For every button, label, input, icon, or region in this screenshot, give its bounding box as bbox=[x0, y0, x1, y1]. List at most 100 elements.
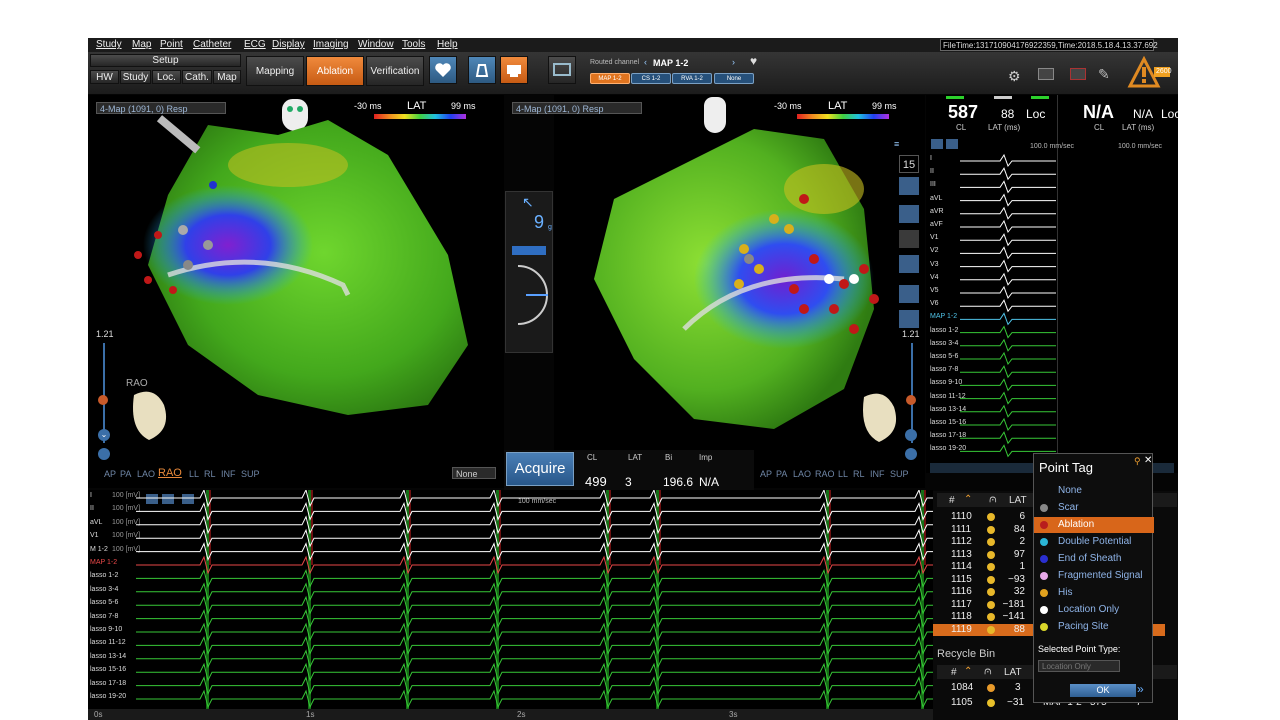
left-view-ll[interactable]: LL bbox=[189, 469, 199, 479]
sort-icon[interactable]: ⌃ bbox=[964, 494, 972, 505]
setup-tab-loc[interactable]: Loc. bbox=[152, 70, 181, 84]
left-view-inf[interactable]: INF bbox=[221, 469, 236, 479]
left-map-view[interactable]: 4-Map (1091, 0) Resp -30 ms LAT 99 ms 1.… bbox=[88, 95, 504, 488]
point-type-select[interactable]: Location Only bbox=[1038, 660, 1120, 672]
chevron-left-icon[interactable]: ‹ bbox=[644, 57, 647, 67]
right-view-rao[interactable]: RAO bbox=[815, 469, 835, 479]
right-zoom-slider-thumb[interactable] bbox=[906, 395, 916, 405]
point-tag-item[interactable]: His bbox=[1034, 585, 1154, 601]
side-menu-icon[interactable]: ≡ bbox=[894, 139, 899, 149]
monitor-icon[interactable] bbox=[548, 56, 576, 84]
setup-tab-map[interactable]: Map bbox=[213, 70, 241, 84]
recycle-col-lat[interactable]: LAT bbox=[1004, 667, 1022, 678]
point-tag-item[interactable]: Pacing Site bbox=[1034, 619, 1154, 635]
right-map-view[interactable]: 4-Map (1091, 0) Resp -30 ms LAT 99 ms ≡ … bbox=[512, 95, 925, 488]
channel-chip-none[interactable]: None bbox=[714, 73, 754, 84]
verification-button[interactable]: Verification bbox=[366, 56, 424, 86]
recycle-col-number[interactable]: # bbox=[951, 667, 957, 678]
right-view-inf[interactable]: INF bbox=[870, 469, 885, 479]
record-icon[interactable] bbox=[899, 285, 919, 303]
right-view-sup[interactable]: SUP bbox=[890, 469, 909, 479]
menu-help[interactable]: Help bbox=[437, 39, 458, 50]
recycle-sort-icon[interactable]: ⌃ bbox=[964, 666, 972, 677]
acquire-button[interactable]: Acquire bbox=[506, 452, 574, 486]
left-zoom-slider-thumb[interactable] bbox=[98, 395, 108, 405]
contact-force-widget[interactable]: ↖ 9 g bbox=[505, 191, 553, 353]
menu-catheter[interactable]: Catheter bbox=[193, 39, 231, 50]
setup-tab-study[interactable]: Study bbox=[120, 70, 151, 84]
point-tag-item[interactable]: None bbox=[1034, 483, 1154, 499]
menu-tools[interactable]: Tools bbox=[402, 39, 425, 50]
left-view-sup[interactable]: SUP bbox=[241, 469, 260, 479]
left-zoom-slider[interactable] bbox=[103, 343, 105, 443]
pin-icon[interactable]: ⚲ bbox=[1134, 456, 1141, 467]
right-chevron-down-icon[interactable] bbox=[905, 429, 917, 441]
menu-imaging[interactable]: Imaging bbox=[313, 39, 349, 50]
point-id: 1112 bbox=[951, 536, 972, 547]
menu-study[interactable]: Study bbox=[96, 39, 122, 50]
mapping-button[interactable]: Mapping bbox=[246, 56, 304, 86]
left-rotate-icon[interactable] bbox=[98, 448, 110, 460]
menu-point[interactable]: Point bbox=[160, 39, 183, 50]
right-rotate-icon[interactable] bbox=[905, 448, 917, 460]
point-dot-icon bbox=[987, 699, 995, 707]
menu-display[interactable]: Display bbox=[272, 39, 305, 50]
point-tag-item[interactable]: Location Only bbox=[1034, 602, 1154, 618]
right-view-pa[interactable]: PA bbox=[776, 469, 787, 479]
point-tag-item[interactable]: Scar bbox=[1034, 500, 1154, 516]
right-heart-map[interactable] bbox=[554, 109, 884, 439]
menu-map[interactable]: Map bbox=[132, 39, 151, 50]
left-none-select[interactable]: None bbox=[452, 467, 496, 479]
left-view-rao[interactable]: RAO bbox=[158, 467, 182, 479]
recycle-row-lat: 3 bbox=[1015, 682, 1021, 693]
ecg-zoom-icon[interactable] bbox=[931, 139, 943, 149]
right-zoom-slider[interactable] bbox=[911, 343, 913, 443]
routed-channel-value[interactable]: MAP 1-2 bbox=[653, 58, 688, 68]
menu-ecg[interactable]: ECG bbox=[244, 39, 266, 50]
right-view-ap[interactable]: AP bbox=[760, 469, 772, 479]
expand-icon[interactable]: » bbox=[1137, 682, 1144, 696]
left-map-select[interactable]: 4-Map (1091, 0) Resp bbox=[96, 102, 226, 114]
ablation-button[interactable]: Ablation bbox=[306, 56, 364, 86]
close-icon[interactable]: ✕ bbox=[1144, 455, 1152, 466]
heart-icon[interactable] bbox=[429, 56, 457, 84]
orientation-heart-right-icon[interactable] bbox=[854, 387, 904, 447]
magnet-icon[interactable] bbox=[899, 205, 919, 223]
points-col-number[interactable]: # bbox=[949, 495, 955, 506]
ecg-channel-label: V1 bbox=[930, 234, 939, 242]
grid-icon[interactable] bbox=[899, 177, 919, 195]
left-chevron-down-icon[interactable]: ⌄ bbox=[98, 429, 110, 441]
right-view-rl[interactable]: RL bbox=[853, 469, 865, 479]
setup-tab-cath[interactable]: Cath. bbox=[182, 70, 212, 84]
side-counter[interactable]: 15 bbox=[899, 155, 919, 173]
right-view-lao[interactable]: LAO bbox=[793, 469, 811, 479]
right-view-ll[interactable]: LL bbox=[838, 469, 848, 479]
fire-icon[interactable] bbox=[899, 310, 919, 328]
orientation-heart-icon[interactable] bbox=[124, 385, 174, 445]
channel-chip-rva[interactable]: RVA 1-2 bbox=[672, 73, 712, 84]
tool-icon[interactable] bbox=[899, 230, 919, 248]
left-view-lao[interactable]: LAO bbox=[137, 469, 155, 479]
left-view-pa[interactable]: PA bbox=[120, 469, 131, 479]
channel-chip-map[interactable]: MAP 1-2 bbox=[590, 73, 630, 84]
bell-icon[interactable] bbox=[468, 56, 496, 84]
point-tag-item[interactable]: End of Sheath bbox=[1034, 551, 1154, 567]
ok-button[interactable]: OK bbox=[1070, 684, 1136, 697]
ecg-channel-label: lasso 7-8 bbox=[930, 366, 959, 374]
menu-window[interactable]: Window bbox=[358, 39, 394, 50]
pin-heart-icon[interactable]: ♥ bbox=[750, 54, 757, 68]
point-tag-item[interactable]: Fragmented Signal bbox=[1034, 568, 1154, 584]
setup-tab-hw[interactable]: HW bbox=[90, 70, 119, 84]
magnet-2-icon[interactable] bbox=[899, 255, 919, 273]
left-view-ap[interactable]: AP bbox=[104, 469, 116, 479]
point-tag-item[interactable]: Double Potential bbox=[1034, 534, 1154, 550]
projector-icon[interactable] bbox=[500, 56, 528, 84]
left-heart-map[interactable] bbox=[128, 115, 488, 435]
ecg-settings-icon[interactable] bbox=[946, 139, 958, 149]
left-view-rl[interactable]: RL bbox=[204, 469, 216, 479]
points-col-lat[interactable]: LAT bbox=[1009, 495, 1027, 506]
warning-icon[interactable]: 2600 bbox=[1126, 55, 1172, 88]
point-tag-item[interactable]: Ablation bbox=[1034, 517, 1154, 533]
channel-chip-cs[interactable]: CS 1-2 bbox=[631, 73, 671, 84]
chevron-right-icon[interactable]: › bbox=[732, 57, 735, 67]
